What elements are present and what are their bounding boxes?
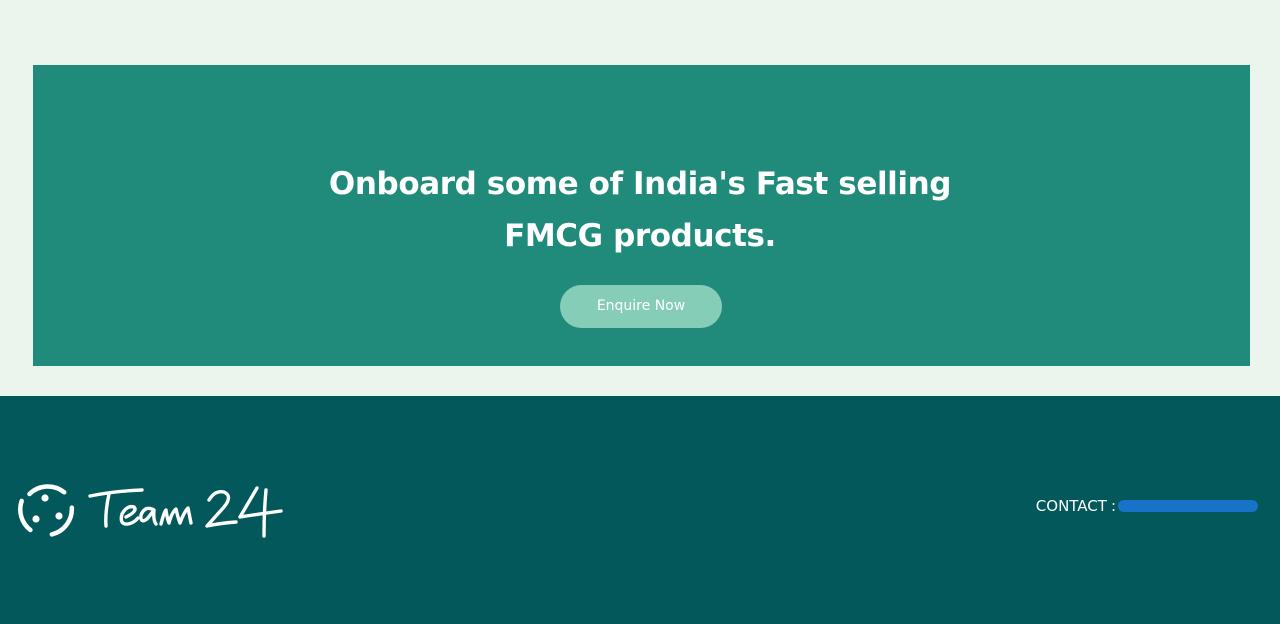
- contact-info: CONTACT:: [1036, 496, 1258, 515]
- contact-number-redaction: [1118, 499, 1258, 512]
- team-24-wordmark: [88, 486, 283, 538]
- cta-headline: Onboard some of India's Fast selling FMC…: [0, 158, 1280, 262]
- cta-headline-line-1: Onboard some of India's Fast selling: [328, 166, 952, 202]
- enquire-now-button[interactable]: Enquire Now: [560, 285, 722, 328]
- contact-separator: :: [1110, 496, 1116, 515]
- contact-label: CONTACT: [1035, 496, 1107, 515]
- ring-logo-icon: [18, 484, 75, 537]
- ring-dots-icon: [32, 494, 63, 523]
- brand-logo[interactable]: [14, 474, 284, 544]
- footer: CONTACT:: [0, 396, 1280, 624]
- cta-headline-line-2: FMCG products.: [504, 218, 776, 254]
- team-24-logo-icon: [18, 484, 283, 538]
- cta-section: Onboard some of India's Fast selling FMC…: [0, 0, 1280, 396]
